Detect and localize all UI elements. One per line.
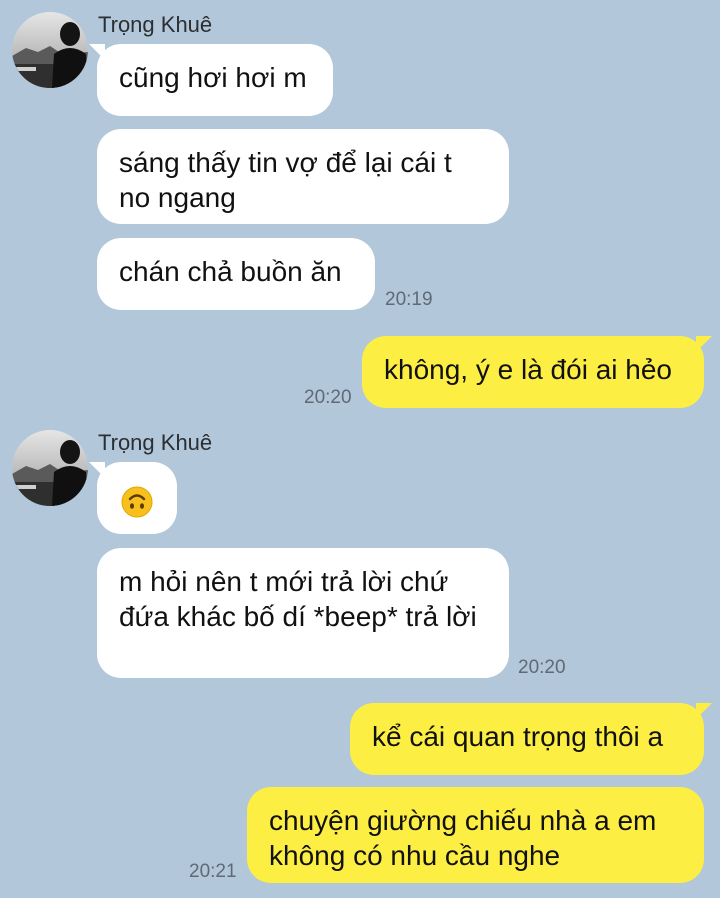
message-text: không, ý e là đói ai hẻo [384,354,672,385]
message-timestamp: 20:19 [385,289,433,310]
message-text: chán chả buồn ăn [119,256,342,287]
message-bubble-incoming[interactable] [89,462,177,534]
message-text: chuyện giường chiếu nhà a em không có nh… [269,805,657,871]
message-bubble-outgoing[interactable]: không, ý e là đói ai hẻo [362,336,712,408]
sender-name: Trọng Khuê [98,430,213,455]
message-text: cũng hơi hơi m [119,62,307,93]
message-text: kể cái quan trọng thôi a [372,721,664,752]
message-bubble-incoming[interactable]: cũng hơi hơi m [89,44,333,116]
message-bubble-outgoing[interactable]: kể cái quan trọng thôi a [350,703,712,775]
contact-avatar[interactable] [12,430,88,506]
message-bubble-outgoing[interactable]: chuyện giường chiếu nhà a em không có nh… [247,787,704,883]
message-timestamp: 20:20 [304,387,352,408]
message-timestamp: 20:21 [189,861,237,882]
contact-avatar[interactable] [12,12,88,88]
sender-name: Trọng Khuê [98,12,213,37]
message-text: m hỏi nên t mới trả lời chứ đứa khác bố … [119,566,477,632]
message-bubble-incoming[interactable]: chán chả buồn ăn [97,238,375,310]
message-bubble-incoming[interactable]: m hỏi nên t mới trả lời chứ đứa khác bố … [97,548,509,678]
message-bubble-incoming[interactable]: sáng thấy tin vợ để lại cái t no ngang [97,129,509,224]
message-text: sáng thấy tin vợ để lại cái t no ngang [119,147,452,213]
upside-down-face-icon [121,486,153,518]
message-timestamp: 20:20 [518,657,566,678]
